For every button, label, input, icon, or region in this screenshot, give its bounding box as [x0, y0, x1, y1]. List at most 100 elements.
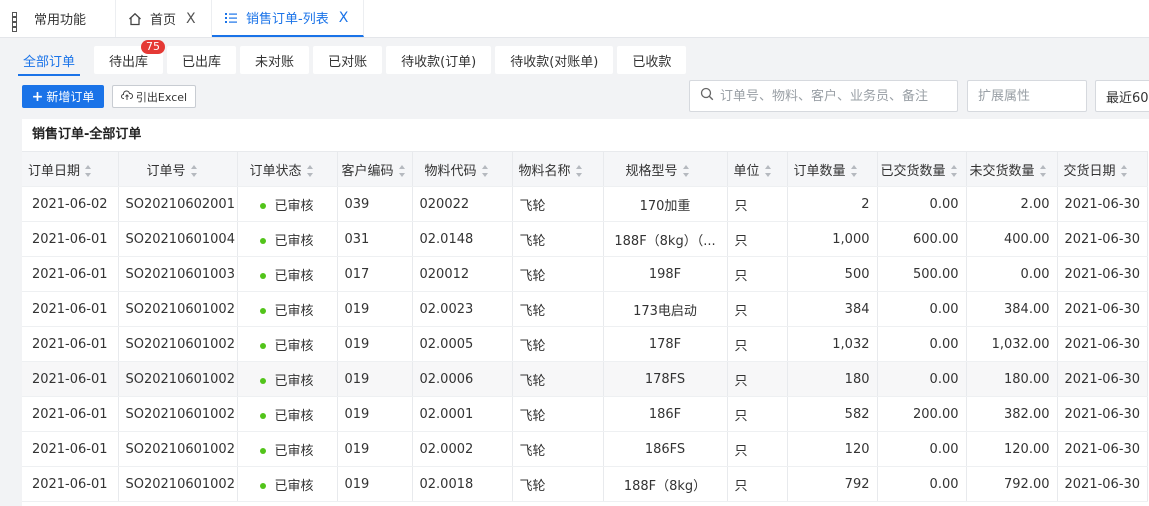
- cell-delivery-date: 2021-06-30: [1057, 361, 1148, 397]
- cell-order-date: 2021-06-01: [22, 396, 119, 432]
- close-icon[interactable]: X: [339, 10, 349, 26]
- close-icon[interactable]: X: [186, 11, 196, 27]
- cell-spec: 186FS: [603, 431, 728, 467]
- tab-received[interactable]: 已收款: [617, 46, 687, 74]
- sort-icon[interactable]: [190, 165, 198, 177]
- table-body: 2021-06-02 SO20210602001 已审核 039 020022 …: [22, 186, 1148, 502]
- column-header-unit[interactable]: 单位: [727, 151, 788, 187]
- tab-reconciled[interactable]: 已对账: [313, 46, 383, 74]
- tab-home[interactable]: 首页 X: [116, 0, 212, 37]
- column-header-delivery-date[interactable]: 交货日期: [1057, 151, 1148, 187]
- sort-icon[interactable]: [850, 165, 858, 177]
- table-row[interactable]: 2021-06-01 SO20210601002 已审核 019 02.0023…: [22, 291, 1148, 327]
- cell-order-no[interactable]: SO20210602001: [118, 186, 238, 222]
- cell-undelivered-qty: 400.00: [966, 221, 1058, 257]
- sort-icon[interactable]: [950, 165, 958, 177]
- column-header-order-qty[interactable]: 订单数量: [787, 151, 878, 187]
- tab-receivable-order[interactable]: 待收款(订单): [386, 46, 492, 74]
- sort-icon[interactable]: [481, 165, 489, 177]
- table-row[interactable]: 2021-06-01 SO20210601003 已审核 017 020012 …: [22, 256, 1148, 292]
- tab-common-functions[interactable]: 常用功能: [0, 0, 116, 37]
- cell-spec: 188F（8kg）（...: [603, 221, 728, 257]
- table-row[interactable]: 2021-06-01 SO20210601002 已审核 019 02.0002…: [22, 431, 1148, 467]
- cell-order-no[interactable]: SO20210601002: [118, 396, 238, 432]
- cell-customer-code: 019: [337, 326, 413, 362]
- tab-receivable-statement[interactable]: 待收款(对账单): [495, 46, 614, 74]
- cell-delivery-date: 2021-06-30: [1057, 466, 1148, 502]
- cell-undelivered-qty: 120.00: [966, 431, 1058, 467]
- cell-status: 已审核: [237, 396, 338, 432]
- cell-delivered-qty: 0.00: [877, 326, 967, 362]
- cell-delivery-date: 2021-06-30: [1057, 431, 1148, 467]
- tab-label: 已出库: [182, 54, 222, 70]
- new-order-button[interactable]: + 新增订单: [22, 85, 104, 108]
- table-row[interactable]: 2021-06-02 SO20210602001 已审核 039 020022 …: [22, 186, 1148, 222]
- status-dot: [260, 273, 267, 279]
- cell-customer-code: 019: [337, 396, 413, 432]
- cell-material-name: 飞轮: [512, 221, 604, 257]
- tab-all-orders[interactable]: 全部订单: [8, 46, 90, 76]
- table-row[interactable]: 2021-06-01 SO20210601002 已审核 019 02.0005…: [22, 326, 1148, 362]
- table-row[interactable]: 2021-06-01 SO20210601002 已审核 019 02.0018…: [22, 466, 1148, 502]
- tab-label: 全部订单: [23, 54, 76, 70]
- sort-icon[interactable]: [306, 165, 314, 177]
- sort-icon[interactable]: [85, 165, 92, 177]
- cell-order-no[interactable]: SO20210601004: [118, 221, 238, 257]
- column-header-delivered-qty[interactable]: 已交货数量: [877, 151, 967, 187]
- table-row[interactable]: 2021-06-01 SO20210601004 已审核 031 02.0148…: [22, 221, 1148, 257]
- cell-spec: 170加重: [603, 186, 728, 222]
- tab-unreconciled[interactable]: 未对账: [240, 46, 310, 74]
- table-header: 订单日期 订单号 订单状态 客户编码 物料代码 物料名称 规格型号 单位 订单数…: [22, 151, 1148, 187]
- date-range-select[interactable]: 最近60: [1095, 80, 1149, 112]
- panel-title: 销售订单-全部订单: [32, 127, 142, 142]
- cell-order-qty: 2: [787, 186, 878, 222]
- column-header-order-no[interactable]: 订单号: [118, 151, 238, 187]
- cell-material-code: 020012: [412, 256, 513, 292]
- cell-delivery-date: 2021-06-30: [1057, 326, 1148, 362]
- sort-icon[interactable]: [1120, 165, 1128, 177]
- list-icon: [224, 11, 238, 25]
- cell-order-no[interactable]: SO20210601002: [118, 326, 238, 362]
- cell-order-no[interactable]: SO20210601002: [118, 361, 238, 397]
- column-header-undelivered-qty[interactable]: 未交货数量: [966, 151, 1058, 187]
- table-row[interactable]: 2021-06-01 SO20210601002 已审核 019 02.0006…: [22, 361, 1148, 397]
- cell-order-date: 2021-06-01: [22, 466, 119, 502]
- sort-icon[interactable]: [682, 165, 690, 177]
- extended-attribute-input[interactable]: [978, 81, 1078, 111]
- cell-order-no[interactable]: SO20210601003: [118, 256, 238, 292]
- cell-order-date: 2021-06-01: [22, 256, 119, 292]
- table-row[interactable]: 2021-06-01 SO20210601002 已审核 019 02.0001…: [22, 396, 1148, 432]
- tab-pending-outbound[interactable]: 待出库 75: [94, 40, 166, 74]
- sort-icon[interactable]: [575, 165, 583, 177]
- cell-order-qty: 384: [787, 291, 878, 327]
- column-header-status[interactable]: 订单状态: [237, 151, 338, 187]
- search-input[interactable]: [720, 88, 950, 104]
- cell-undelivered-qty: 180.00: [966, 361, 1058, 397]
- cell-order-no[interactable]: SO20210601002: [118, 431, 238, 467]
- sort-icon[interactable]: [764, 165, 772, 177]
- cell-unit: 只: [727, 326, 788, 362]
- column-header-customer-code[interactable]: 客户编码: [337, 151, 413, 187]
- column-header-material-code[interactable]: 物料代码: [412, 151, 513, 187]
- cell-material-code: 02.0005: [412, 326, 513, 362]
- column-header-spec[interactable]: 规格型号: [603, 151, 728, 187]
- cell-order-no[interactable]: SO20210601002: [118, 291, 238, 327]
- column-header-order-date[interactable]: 订单日期: [22, 151, 119, 187]
- cell-material-code: 020022: [412, 186, 513, 222]
- status-dot: [260, 308, 267, 314]
- sort-icon[interactable]: [1039, 165, 1047, 177]
- sort-icon[interactable]: [398, 165, 406, 177]
- tab-label: 已收款: [632, 54, 672, 70]
- cell-unit: 只: [727, 221, 788, 257]
- plus-icon: +: [31, 88, 44, 105]
- cell-order-no[interactable]: SO20210601002: [118, 466, 238, 502]
- cell-status: 已审核: [237, 326, 338, 362]
- export-excel-button[interactable]: 引出Excel: [112, 85, 196, 108]
- tab-outbound[interactable]: 已出库: [167, 46, 237, 74]
- cell-status: 已审核: [237, 431, 338, 467]
- cell-order-qty: 500: [787, 256, 878, 292]
- column-header-material-name[interactable]: 物料名称: [512, 151, 604, 187]
- status-dot: [260, 238, 267, 244]
- cell-material-name: 飞轮: [512, 431, 604, 467]
- tab-sales-order-list[interactable]: 销售订单-列表 X: [212, 0, 364, 37]
